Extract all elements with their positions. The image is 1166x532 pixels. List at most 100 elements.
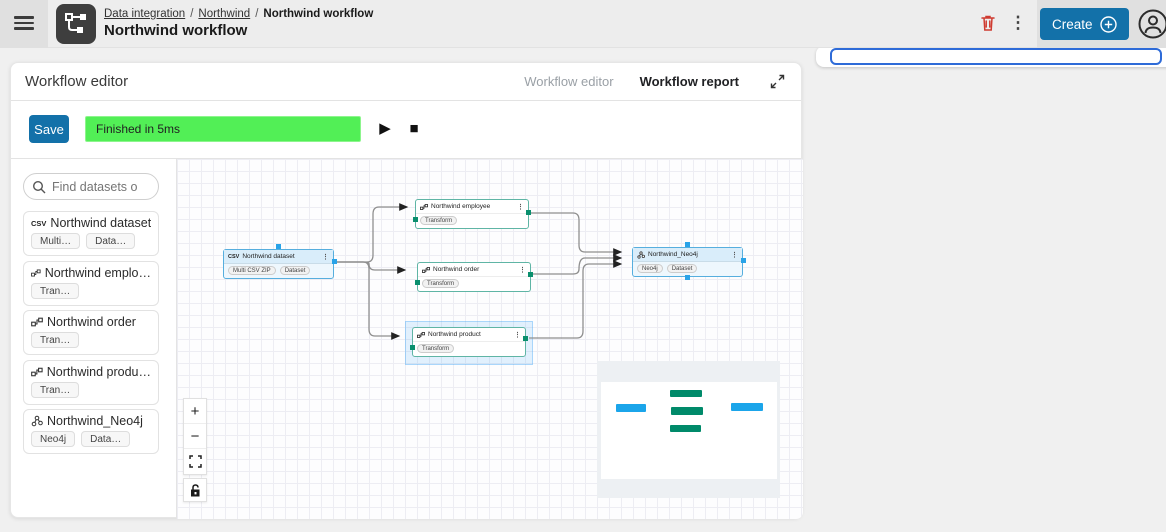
node-menu-icon[interactable]: ⋮ [322,253,329,261]
transform-icon [31,269,41,277]
trash-icon [981,15,995,31]
plus-circle-icon [1099,15,1117,33]
transform-icon [422,266,430,273]
csv-icon: CSV [228,253,240,260]
breadcrumb: Data integration / Northwind / Northwind wor… [104,8,373,20]
transform-icon [417,331,425,338]
canvas-node-northwind-neo4j[interactable]: Northwind_Neo4j ⋮ Neo4j Dataset [632,247,743,277]
canvas-node-northwind-dataset[interactable]: CSV Northwind dataset ⋮ Multi CSV ZIP Dat… [223,249,334,279]
canvas-node-northwind-product[interactable]: Northwind product ⋮ Transform [412,327,526,357]
run-workflow-button[interactable]: ▶ [374,114,396,142]
node-handle[interactable] [523,336,528,341]
node-handle[interactable] [685,275,690,280]
lock-canvas-button[interactable] [183,478,207,502]
node-chip: Transform [422,279,460,288]
transform-icon [31,317,43,327]
expand-fullscreen-icon[interactable] [769,73,787,91]
breadcrumb-separator: / [255,8,259,20]
node-handle[interactable] [528,272,533,277]
breadcrumb-separator: / [190,8,194,20]
sidebar-item-northwind-product[interactable]: Northwind produ… Tran… [23,360,159,405]
node-menu-icon[interactable]: ⋮ [517,203,524,211]
panel-title: Workflow editor [25,73,129,90]
dataset-name: Northwind dataset [50,216,151,230]
node-menu-icon[interactable]: ⋮ [519,266,526,274]
node-handle[interactable] [276,244,281,249]
workflow-canvas[interactable]: CSV Northwind dataset ⋮ Multi CSV ZIP Dat… [176,159,803,519]
zoom-in-button[interactable]: + [184,399,206,424]
panel-body: CSVNorthwind dataset Multi…Data… Northwi… [11,159,803,519]
dataset-name: Northwind_Neo4j [47,414,143,428]
more-options-icon[interactable]: ⋮ [1008,11,1028,35]
node-name: Northwind order [433,266,480,273]
node-menu-icon[interactable]: ⋮ [514,331,521,339]
node-header: Northwind_Neo4j ⋮ [633,248,742,262]
node-handle[interactable] [741,258,746,263]
minimap-node-employee [670,390,702,397]
node-chip: Transform [417,344,455,353]
hamburger-menu-icon[interactable] [14,16,34,32]
sidebar-item-northwind-neo4j[interactable]: Northwind_Neo4j Neo4j Data… [23,409,159,454]
node-header: Northwind order ⋮ [418,263,530,277]
right-panel-card [816,46,1166,67]
minimap-viewport [601,382,777,479]
node-chip: Dataset [666,264,698,273]
transform-icon [31,367,43,377]
node-handle[interactable] [526,210,531,215]
fit-view-icon [188,455,202,468]
breadcrumb-link-data-integration[interactable]: Data integration [104,8,185,20]
breadcrumb-link-northwind[interactable]: Northwind [198,8,250,20]
app-logo [56,4,96,44]
neo4j-graph-icon [637,250,645,259]
fit-view-button[interactable] [184,449,206,474]
sidebar-item-northwind-employee[interactable]: Northwind emplo… Tran… [23,261,159,306]
node-header: Northwind product ⋮ [413,328,525,342]
canvas-node-northwind-order[interactable]: Northwind order ⋮ Transform [417,262,531,292]
node-chip: Dataset [279,266,311,275]
node-handle[interactable] [410,345,415,350]
node-chip: Multi CSV ZIP [228,266,276,275]
node-header: CSV Northwind dataset ⋮ [224,250,333,264]
play-icon: ▶ [379,120,391,137]
dataset-chip: Tran… [31,283,80,299]
node-name: Northwind employee [431,203,491,210]
dataset-chip: Data… [81,431,131,447]
sidebar-item-northwind-dataset[interactable]: CSV Northwind dataset Multi… Data… [23,211,159,256]
stop-workflow-button[interactable]: ■ [403,114,425,142]
minimap-node-order [671,407,703,415]
minus-icon: − [190,427,200,445]
datasets-sidebar: CSVNorthwind dataset Multi… Data… Northwi… [11,159,176,519]
node-handle[interactable] [413,217,418,222]
zoom-out-button[interactable]: − [184,424,206,449]
panel-header: Workflow editor Workflow editor Workflow… [11,63,801,101]
run-status-bar: Finished in 5ms [85,116,361,142]
node-handle[interactable] [685,242,690,247]
sidebar-item-northwind-order[interactable]: Northwind order Tran… [23,310,159,355]
canvas-zoom-controls: + − [183,398,207,475]
delete-button[interactable] [978,13,1000,35]
node-header: Northwind employee ⋮ [416,200,528,214]
breadcrumb-current: Northwind workflow [263,8,374,20]
top-header: Data integration / Northwind / Northwind wor… [0,0,1166,48]
lock-icon [191,483,200,496]
panel-tabs: Workflow editor Workflow report [524,73,787,91]
tab-workflow-editor[interactable]: Workflow editor [524,74,613,89]
dataset-search [23,173,159,200]
node-chip: Neo4j [637,264,663,273]
canvas-minimap[interactable] [597,361,780,498]
save-button[interactable]: Save [29,115,69,143]
user-avatar-icon[interactable] [1136,7,1166,41]
minimap-node-neo4j [731,403,763,411]
tab-workflow-report[interactable]: Workflow report [640,74,739,89]
node-handle[interactable] [332,259,337,264]
search-input[interactable] [52,179,147,194]
workflow-toolbar: Save Finished in 5ms ▶ ■ [11,101,801,159]
right-panel-focused-input[interactable] [830,48,1162,65]
dataset-chip: Tran… [31,382,80,398]
create-button[interactable]: Create [1040,8,1129,40]
csv-icon: CSV [31,218,47,228]
node-handle[interactable] [415,280,420,285]
node-menu-icon[interactable]: ⋮ [731,251,738,259]
canvas-node-northwind-employee[interactable]: Northwind employee ⋮ Transform [415,199,529,229]
plus-icon: + [190,402,200,420]
